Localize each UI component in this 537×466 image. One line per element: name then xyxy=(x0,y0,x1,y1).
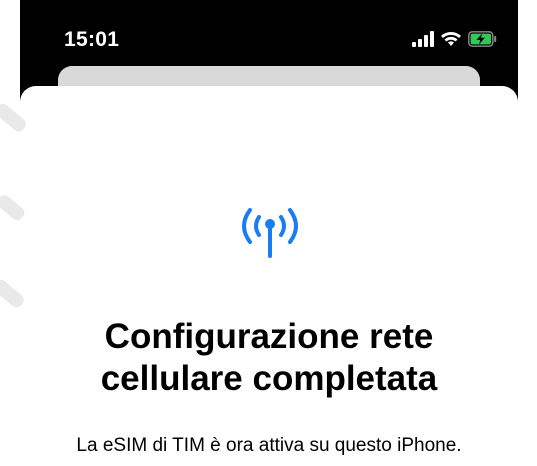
page-title: Configurazione rete cellulare completata xyxy=(20,316,518,400)
cellular-antenna-icon xyxy=(242,208,298,258)
watermark-strokes xyxy=(0,103,26,308)
setup-sheet: Configurazione rete cellulare completata… xyxy=(20,86,518,466)
battery-charging-icon xyxy=(468,31,497,47)
status-icons xyxy=(412,28,498,50)
status-bar: 15:01 xyxy=(20,0,518,72)
title-line-2: cellulare completata xyxy=(100,359,438,398)
signal-icon xyxy=(412,31,434,47)
phone-screen: 15:01 Configurazione rete cellulare comp… xyxy=(20,0,518,466)
subtitle: La eSIM di TIM è ora attiva su questo iP… xyxy=(76,435,462,456)
wifi-icon xyxy=(441,32,461,46)
status-time: 15:01 xyxy=(64,28,120,51)
title-line-1: Configurazione rete xyxy=(104,317,434,356)
